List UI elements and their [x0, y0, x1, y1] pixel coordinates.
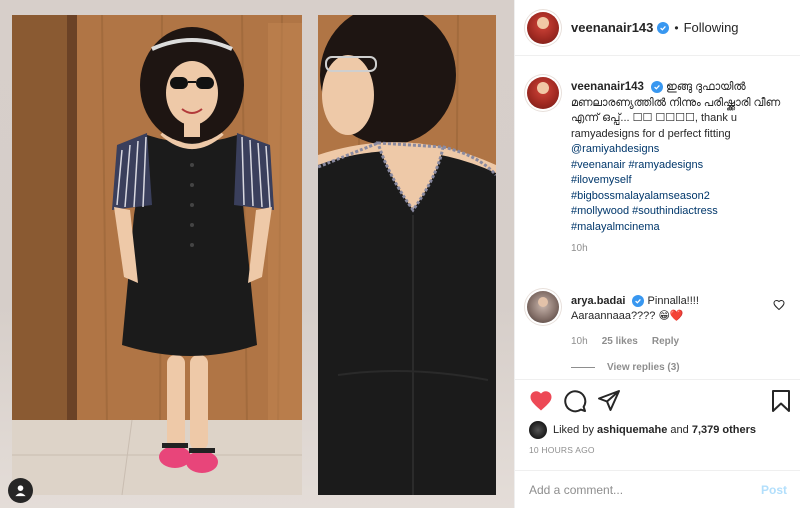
caption-username[interactable]: veenanair143 — [571, 81, 644, 93]
user-tag-icon[interactable] — [8, 478, 33, 503]
caption-avatar[interactable] — [527, 77, 559, 109]
verified-badge-icon — [657, 21, 670, 34]
comments-list[interactable]: veenanair143 ഇങ്ങു ദുഫായിൽ മണലാരണ്യത്തിൽ… — [515, 57, 800, 379]
follow-button[interactable]: Following — [684, 20, 739, 35]
view-replies-link[interactable]: View replies (3) — [571, 362, 680, 373]
add-comment-input[interactable] — [529, 482, 761, 497]
bookmark-icon[interactable] — [769, 389, 793, 413]
author-username[interactable]: veenanair143 — [571, 20, 653, 35]
post-side-panel: veenanair143 • Following veenanair143 ഇങ… — [514, 0, 800, 508]
post-media[interactable] — [0, 0, 514, 508]
heart-filled-icon[interactable] — [529, 389, 553, 413]
header-separator: • — [674, 20, 679, 35]
hashtag[interactable]: #bigbossmalayalamseason2 — [571, 189, 789, 205]
likes-joiner: and — [670, 424, 689, 436]
comment-like-heart-icon[interactable] — [773, 299, 785, 311]
comment-body: arya.badai Pinnalla!!!! Aaraannaaa???? 😁… — [571, 294, 761, 349]
comment-time[interactable]: 10h — [571, 334, 588, 349]
verified-badge-icon — [650, 81, 663, 93]
comment-likes[interactable]: 25 likes — [602, 334, 638, 349]
hashtag[interactable]: #mollywood #southindiactress — [571, 204, 789, 220]
post-photo-dress-back — [318, 15, 496, 495]
post-comment-button[interactable]: Post — [761, 483, 787, 497]
liker-username[interactable]: ashiquemahe — [597, 424, 667, 436]
likes-summary[interactable]: Liked by ashiquemahe and 7,379 others — [529, 420, 756, 440]
comment-reply-button[interactable]: Reply — [652, 334, 679, 349]
comment-composer: Post — [515, 470, 800, 508]
paper-plane-icon[interactable] — [597, 389, 621, 413]
comment-bubble-icon[interactable] — [563, 389, 587, 413]
verified-badge-icon — [632, 295, 645, 307]
action-bar — [515, 379, 800, 421]
post-photo-full-length — [12, 15, 302, 495]
caption-mention[interactable]: @ramiyahdesigns — [571, 143, 659, 155]
liker-avatar[interactable] — [529, 421, 547, 439]
hashtag[interactable]: #malayalmcinema — [571, 220, 789, 236]
hashtag[interactable]: #ilovemyself — [571, 173, 789, 189]
caption-body: veenanair143 ഇങ്ങു ദുഫായിൽ മണലാരണ്യത്തിൽ… — [571, 80, 789, 257]
post-timestamp[interactable]: 10 HOURS AGO — [529, 445, 595, 455]
likes-prefix: Liked by — [553, 424, 594, 436]
likes-count[interactable]: 7,379 others — [692, 424, 756, 436]
post-header: veenanair143 • Following — [515, 0, 800, 56]
caption-time[interactable]: 10h — [571, 241, 789, 257]
commenter-avatar[interactable] — [527, 291, 559, 323]
commenter-username[interactable]: arya.badai — [571, 295, 625, 307]
comment-meta: 10h 25 likes Reply — [571, 334, 761, 349]
hashtag[interactable]: #veenanair #ramyadesigns — [571, 158, 789, 174]
author-avatar[interactable] — [527, 11, 559, 44]
